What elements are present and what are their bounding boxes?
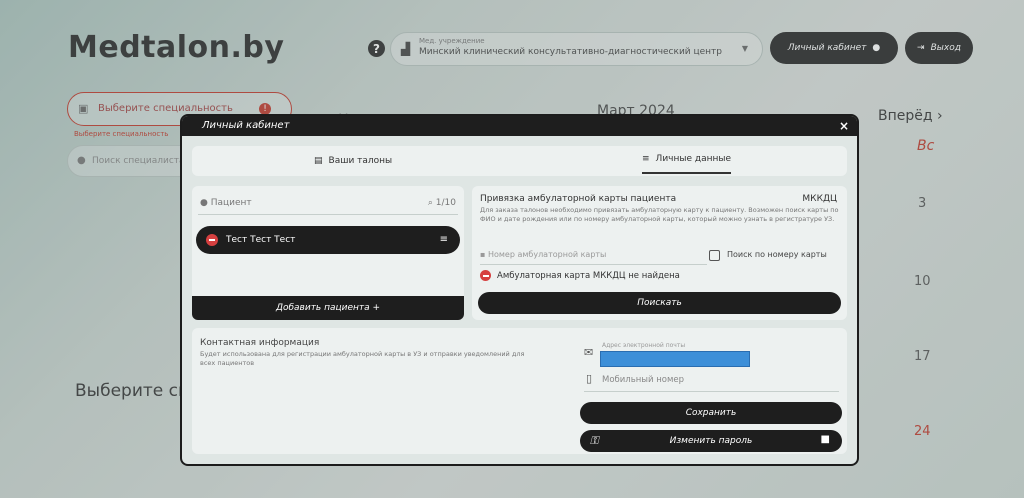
card-number-placeholder: Номер амбулаторной карты — [487, 250, 607, 259]
search-by-number-checkbox[interactable] — [709, 250, 720, 261]
ticket-icon: ▤ — [314, 156, 323, 166]
contact-title: Контактная информация — [200, 338, 320, 348]
card-not-found-text: Амбулаторная карта МККДЦ не найдена — [497, 270, 680, 281]
card-binding-panel: Привязка амбулаторной карты пациента МКК… — [472, 186, 847, 320]
card-binding-title: Привязка амбулаторной карты пациента — [480, 194, 677, 204]
change-password-button[interactable]: ⚿ Изменить пароль ■ — [580, 430, 842, 452]
card-not-found-status: Амбулаторная карта МККДЦ не найдена — [480, 270, 680, 281]
divider — [198, 214, 458, 215]
modal-title: Личный кабинет — [202, 120, 290, 131]
tab-label: Ваши талоны — [328, 156, 393, 166]
personal-cabinet-modal: Личный кабинет × ▤ Ваши талоны ≡ Личные … — [182, 116, 857, 464]
card-binding-description: Для заказа талонов необходимо привязать … — [480, 206, 839, 223]
patient-search-placeholder: Пациент — [210, 198, 252, 208]
phone-placeholder: Мобильный номер — [602, 375, 685, 385]
patient-list-item[interactable]: Тест Тест Тест ≡ — [196, 226, 460, 254]
mail-icon: ✉ — [584, 346, 594, 359]
close-icon[interactable]: × — [839, 119, 849, 133]
phone-icon: ▯ — [586, 372, 593, 385]
divider — [480, 264, 707, 265]
email-caption: Адрес электронной почты — [602, 342, 686, 349]
tab-personal-data[interactable]: ≡ Личные данные — [642, 146, 732, 174]
tab-your-tickets[interactable]: ▤ Ваши талоны — [314, 146, 392, 176]
email-field[interactable]: ✉ Адрес электронной почты — [584, 342, 839, 367]
user-icon: ● — [200, 198, 208, 208]
change-password-label: Изменить пароль — [669, 436, 753, 446]
error-icon — [480, 270, 491, 281]
save-button[interactable]: Сохранить — [580, 402, 842, 424]
card-icon: ▪ — [480, 250, 486, 259]
email-input[interactable] — [600, 351, 750, 367]
phone-field[interactable]: ▯ Мобильный номер — [584, 372, 839, 392]
search-icon: ⌕ — [427, 198, 433, 208]
card-number-input[interactable]: ▪ Номер амбулаторной карты — [480, 250, 606, 259]
add-patient-button[interactable]: Добавить пациента + — [192, 296, 464, 320]
patients-panel: ● Пациент ⌕ 1/10 Тест Тест Тест ≡ Добави… — [192, 186, 464, 320]
contact-description: Будет использована для регистрации амбул… — [200, 350, 525, 367]
lock-icon: ■ — [820, 434, 830, 445]
edit-icon[interactable]: ≡ — [440, 234, 448, 245]
search-card-button[interactable]: Поискать — [478, 292, 841, 314]
patient-count: ⌕ 1/10 — [428, 198, 456, 208]
contact-panel: Контактная информация Будет использована… — [192, 328, 847, 454]
list-edit-icon: ≡ — [642, 154, 650, 164]
patient-count-value: 1/10 — [435, 198, 456, 208]
search-by-number-label[interactable]: Поиск по номеру карты — [727, 250, 827, 259]
modal-header: Личный кабинет × — [182, 116, 857, 136]
tab-label: Личные данные — [655, 154, 732, 164]
patient-search-input[interactable]: ● Пациент — [200, 198, 252, 208]
key-icon: ⚿ — [590, 434, 599, 447]
modal-tabs: ▤ Ваши талоны ≡ Личные данные — [192, 146, 847, 176]
patient-name: Тест Тест Тест — [226, 235, 296, 245]
card-code: МККДЦ — [802, 194, 837, 204]
remove-icon[interactable] — [206, 234, 218, 246]
